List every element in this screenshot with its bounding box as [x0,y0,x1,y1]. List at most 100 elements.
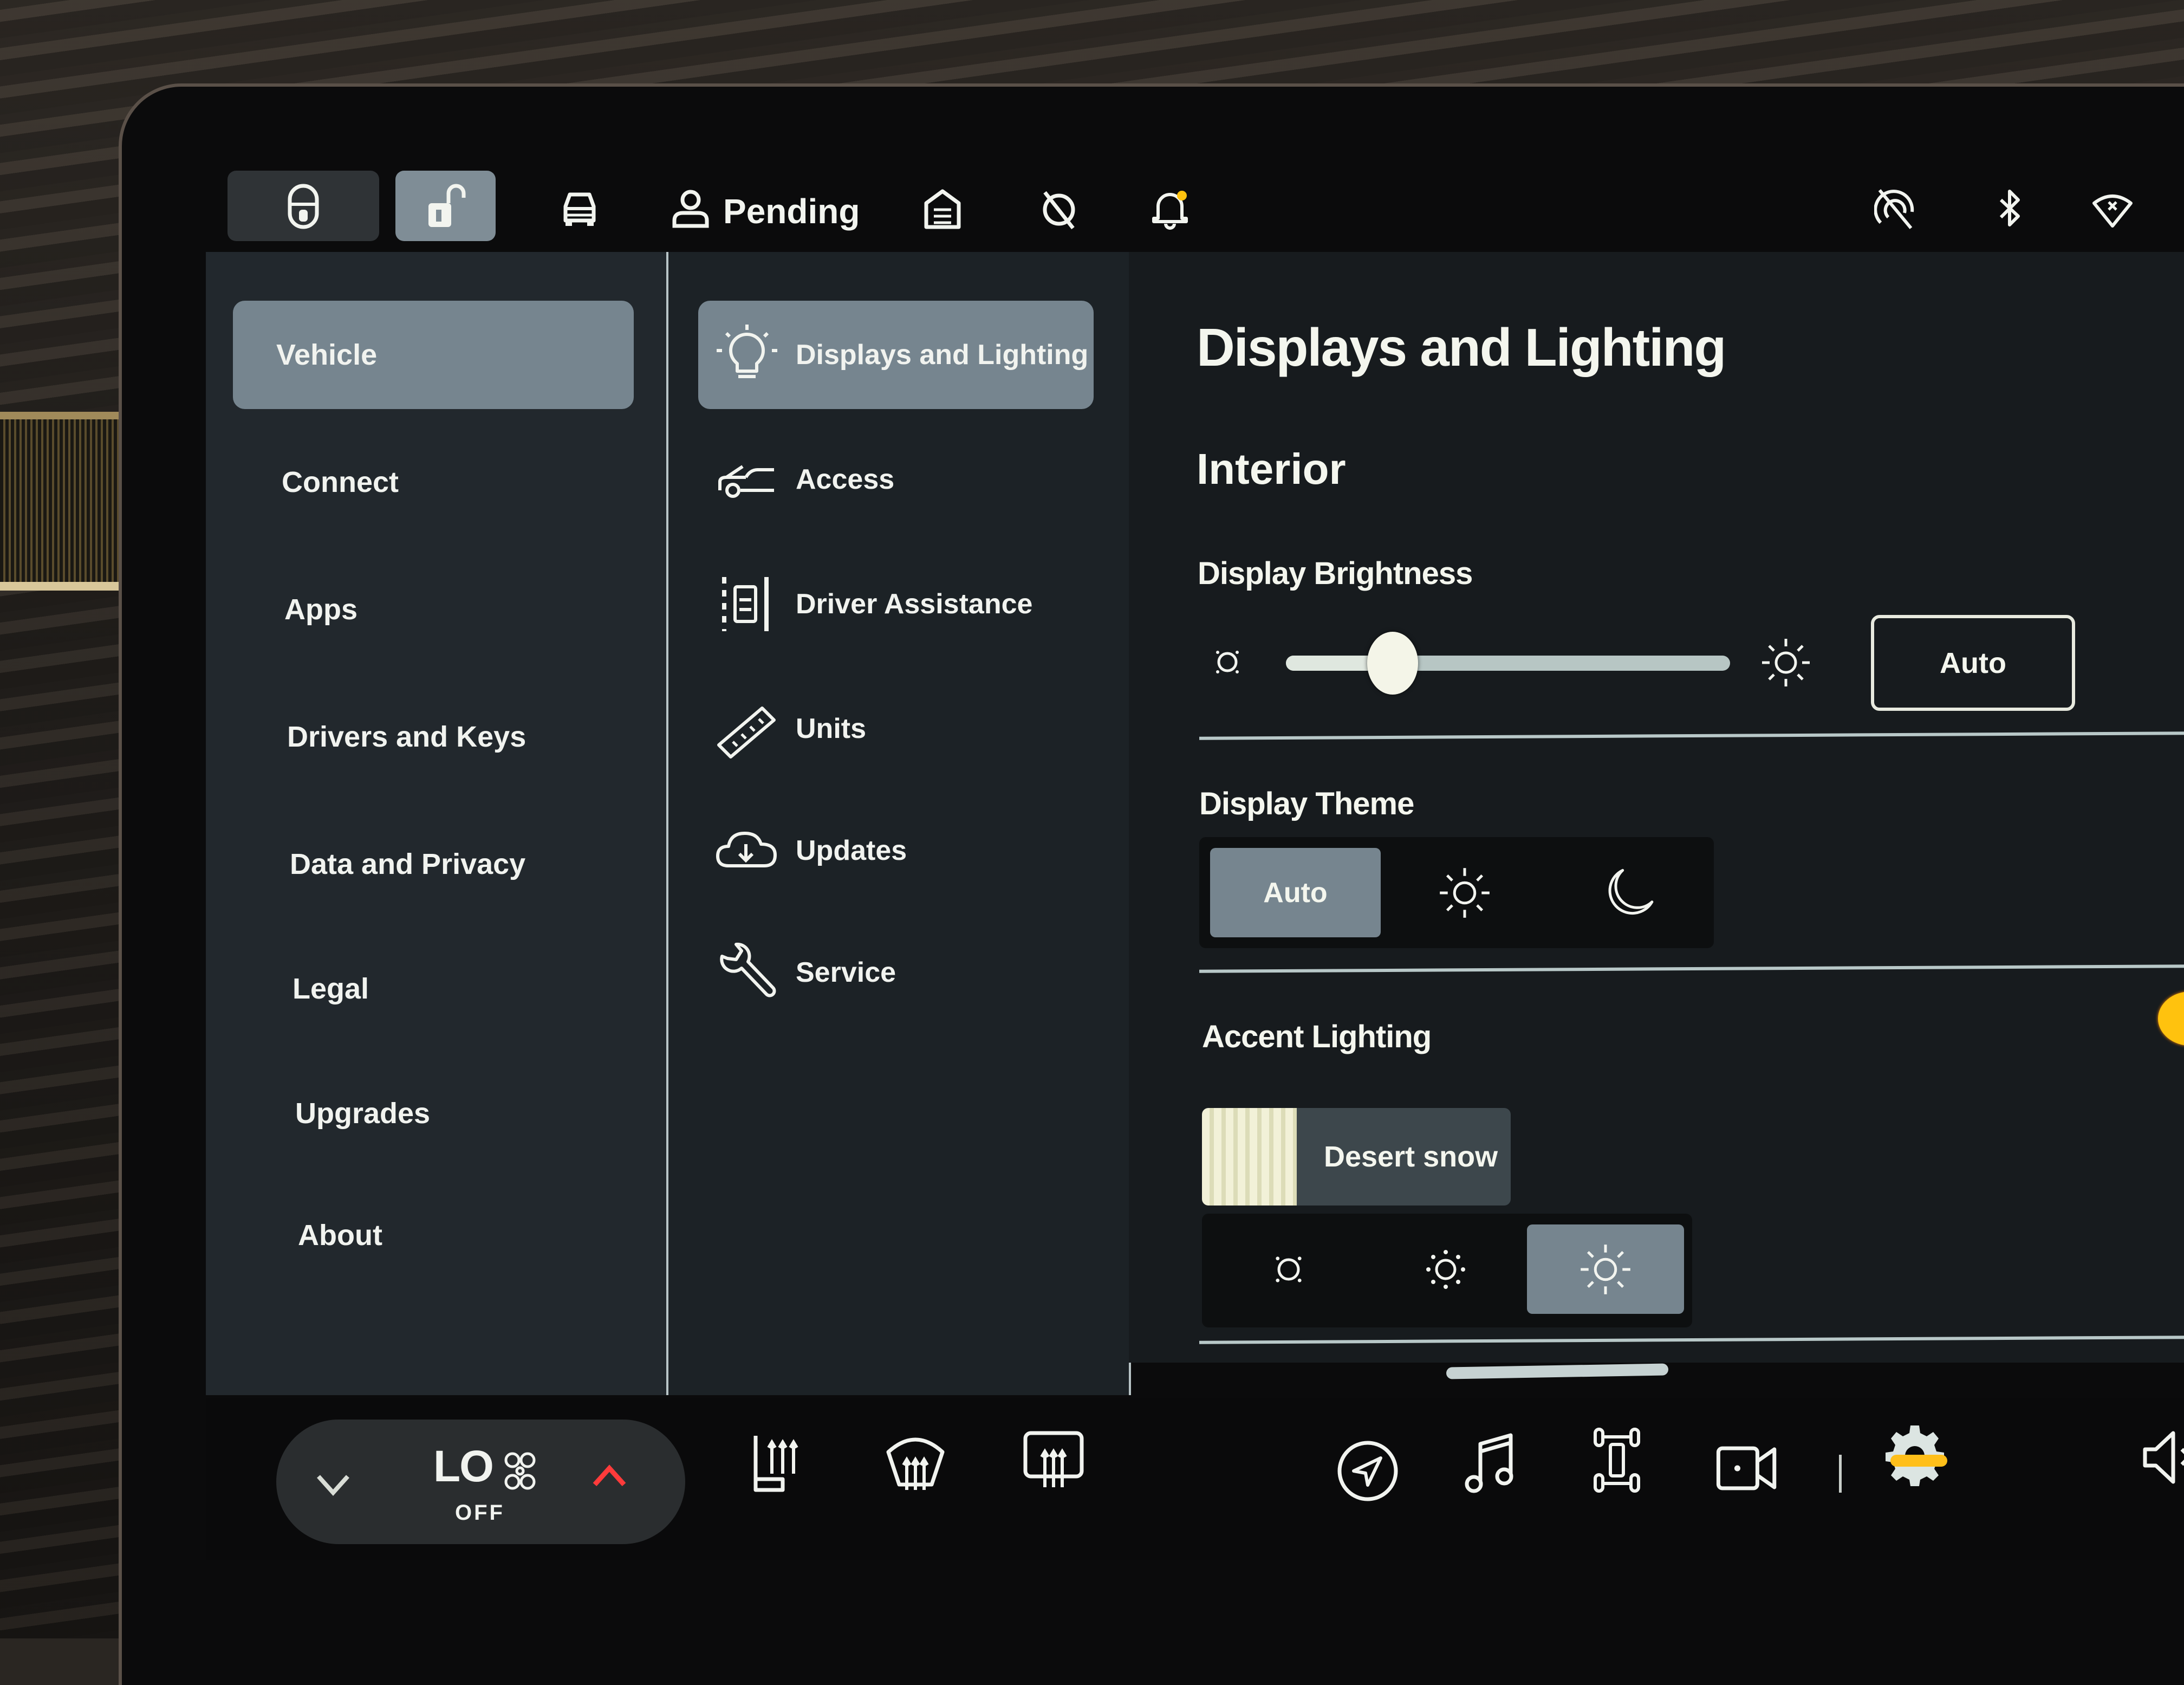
brightness-low-icon [1276,1256,1302,1282]
nav-item-label: Apps [284,593,358,626]
lock-icon [284,182,322,230]
lightbulb-icon [714,322,779,387]
unlock-button[interactable] [395,171,496,241]
panel-drag-handle[interactable] [1446,1363,1669,1379]
brightness-max-icon [1760,637,1812,689]
brightness-medium-icon [1426,1249,1465,1289]
sentry-off-icon[interactable] [1037,187,1081,230]
rear-defrost-icon[interactable] [1021,1428,1086,1498]
bell-icon [1148,191,1192,230]
section-heading-interior: Interior [1197,445,1346,493]
accent-color-button[interactable]: Desert snow [1202,1108,1511,1206]
sub-item-displays-and-lighting[interactable]: Displays and Lighting [698,301,1094,409]
sub-item-service[interactable]: Service [698,918,1094,1027]
nav-item-label: Data and Privacy [290,848,526,880]
display-theme-label: Display Theme [1199,786,1414,821]
volume-muted-icon[interactable] [2140,1422,2184,1493]
profile-label: Pending [723,192,860,231]
color-swatch [1202,1108,1297,1206]
slider-handle[interactable] [1367,632,1418,695]
music-icon[interactable] [1460,1428,1525,1498]
active-app-indicator [1890,1455,1947,1467]
accent-lighting-toggle[interactable] [2158,991,2184,1046]
moon-icon [1600,866,1654,920]
bottom-bar: LO OFF [206,1398,2184,1560]
wifi-disconnected-icon [2091,187,2134,230]
accent-brightness-medium[interactable] [1370,1224,1522,1314]
fan-icon [498,1449,542,1493]
climate-control: LO OFF [276,1420,685,1544]
status-bar: Pending [227,171,2178,244]
section-divider [1199,731,2184,740]
seat-heater-icon[interactable] [745,1430,810,1501]
notifications-button[interactable] [1148,187,1197,236]
accent-lighting-label: Accent Lighting [1202,1019,1432,1054]
nav-item-label: Vehicle [276,339,378,371]
nav-item-legal[interactable]: Legal [233,935,634,1043]
front-defrost-icon[interactable] [883,1430,948,1501]
sub-item-label: Access [796,464,895,495]
chevron-down-icon[interactable] [314,1471,352,1498]
fan-status: OFF [455,1501,505,1525]
display-brightness-slider[interactable] [1286,632,1730,695]
chevron-up-icon[interactable] [590,1463,628,1490]
settings-content-panel: Displays and Lighting Interior Display B… [1129,252,2184,1363]
dock-divider [1839,1455,1842,1493]
brightness-auto-button[interactable]: Auto [1871,615,2075,711]
accent-brightness-selector [1202,1214,1692,1327]
theme-option-night[interactable] [1549,848,1706,937]
nav-item-vehicle[interactable]: Vehicle [233,301,634,409]
brightness-high-icon [1578,1242,1633,1297]
sub-item-updates[interactable]: Updates [698,796,1094,905]
profile-button[interactable]: Pending [669,171,864,241]
sub-item-access[interactable]: Access [698,425,1094,534]
vehicle-subcategory-panel: Displays and Lighting Access Driver Assi… [666,252,1131,1395]
person-icon [669,187,712,230]
wrench-icon [714,940,779,1005]
nav-item-label: Connect [282,466,399,498]
section-divider [1199,964,2184,973]
section-divider [1199,1336,2184,1344]
camera-icon[interactable] [1714,1433,1779,1503]
nav-item-connect[interactable]: Connect [233,428,634,536]
nav-item-apps[interactable]: Apps [233,555,634,664]
sun-icon [1438,866,1492,920]
brightness-min-icon [1216,651,1239,673]
homelink-garage-icon[interactable] [921,187,964,230]
sub-item-units[interactable]: Units [698,675,1094,783]
sub-item-label: Updates [796,835,907,866]
sub-item-label: Units [796,713,866,744]
toybox-icon[interactable] [1584,1425,1649,1495]
temperature-display[interactable]: LO [433,1441,494,1492]
theme-option-day[interactable] [1386,848,1543,937]
page-title: Displays and Lighting [1197,317,1726,377]
navigation-icon[interactable] [1335,1436,1400,1506]
cloud-download-icon [714,818,779,883]
nav-item-data-and-privacy[interactable]: Data and Privacy [233,810,634,918]
unlock-icon [428,182,467,227]
car-hood-open-icon [714,447,779,512]
accent-color-label: Desert snow [1324,1140,1498,1173]
sub-item-driver-assistance[interactable]: Driver Assistance [698,550,1094,658]
display-brightness-label: Display Brightness [1198,556,1473,591]
ruler-icon [714,696,779,761]
nav-item-label: Drivers and Keys [287,721,526,753]
nav-item-label: About [298,1219,382,1252]
settings-category-panel: Vehicle Connect Apps Drivers and Keys Da… [206,252,688,1395]
accent-brightness-high[interactable] [1527,1224,1684,1314]
display-theme-selector: Auto [1199,837,1714,948]
sub-item-label: Displays and Lighting [796,339,1089,371]
nav-item-drivers-and-keys[interactable]: Drivers and Keys [233,683,634,791]
sub-item-label: Driver Assistance [796,588,1033,620]
lane-assist-icon [714,572,779,637]
accent-brightness-low[interactable] [1213,1224,1364,1314]
nav-item-upgrades[interactable]: Upgrades [233,1059,634,1168]
lock-button[interactable] [227,171,379,241]
nav-item-label: Upgrades [295,1097,431,1130]
theme-option-auto[interactable]: Auto [1210,848,1381,937]
nav-item-about[interactable]: About [233,1181,634,1289]
touchscreen: Pending Vehicle Connect Apps Drivers and… [0,0,2184,1638]
bluetooth-icon [1988,187,2031,230]
sub-item-label: Service [796,957,896,988]
car-icon[interactable] [558,187,601,230]
